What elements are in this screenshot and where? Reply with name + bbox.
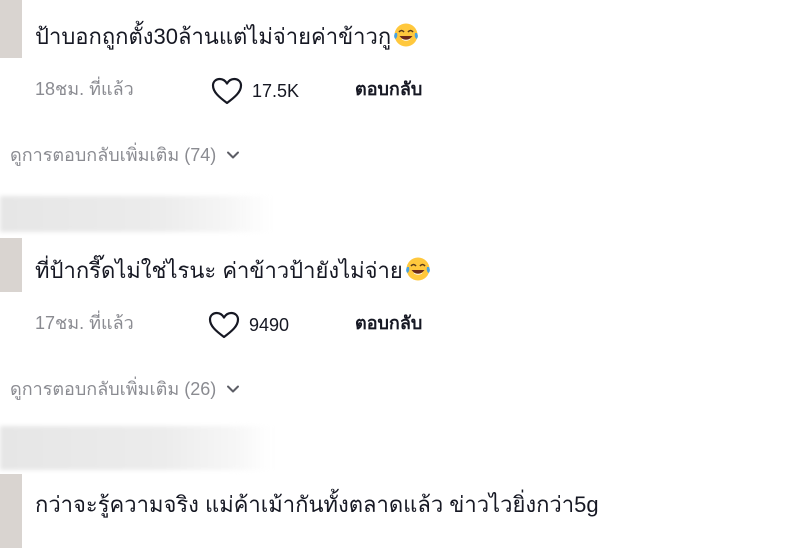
comment-body: ป้าบอกถูกตั้ง30ล้านแต่ไม่จ่ายค่าข้าวกู — [35, 24, 392, 49]
blurred-username — [0, 426, 272, 470]
view-more-replies[interactable]: ดูการตอบกลับเพิ่มเติม (74) — [10, 142, 240, 168]
tears-of-joy-emoji-icon — [394, 23, 419, 47]
view-more-replies-label: ดูการตอบกลับเพิ่มเติม (26) — [10, 379, 217, 399]
comment-time: 18ชม. ที่แล้ว — [35, 79, 134, 99]
comment-text: ป้าบอกถูกตั้ง30ล้านแต่ไม่จ่ายค่าข้าวกู — [35, 22, 419, 52]
comment-time: 17ชม. ที่แล้ว — [35, 313, 134, 333]
like-count: 17.5K — [252, 81, 300, 101]
avatar[interactable] — [0, 474, 22, 548]
like-button[interactable]: 9490 — [207, 310, 289, 340]
comment-body: กว่าจะรู้ความจริง แม่ค้าเม้ากันทั้งตลาดแ… — [35, 492, 599, 517]
avatar[interactable] — [0, 0, 22, 58]
reply-button[interactable]: ตอบกลับ — [355, 76, 422, 102]
blurred-username — [0, 196, 270, 232]
reply-button[interactable]: ตอบกลับ — [355, 310, 422, 336]
comment-text: ที่ป้ากรี๊ดไม่ใช่ไรนะ ค่าข้าวป้ายังไม่จ่… — [35, 256, 431, 286]
chevron-down-icon — [227, 151, 240, 159]
like-button[interactable]: 17.5K — [210, 76, 299, 106]
chevron-down-icon — [227, 385, 240, 393]
comment-text: กว่าจะรู้ความจริง แม่ค้าเม้ากันทั้งตลาดแ… — [35, 490, 599, 520]
heart-icon — [208, 311, 240, 339]
like-count: 9490 — [249, 315, 290, 335]
avatar[interactable] — [0, 238, 22, 292]
comment-body: ที่ป้ากรี๊ดไม่ใช่ไรนะ ค่าข้าวป้ายังไม่จ่… — [35, 258, 403, 283]
view-more-replies-label: ดูการตอบกลับเพิ่มเติม (74) — [10, 145, 217, 165]
heart-icon — [211, 77, 243, 105]
view-more-replies[interactable]: ดูการตอบกลับเพิ่มเติม (26) — [10, 376, 240, 402]
tears-of-joy-emoji-icon — [405, 257, 430, 281]
